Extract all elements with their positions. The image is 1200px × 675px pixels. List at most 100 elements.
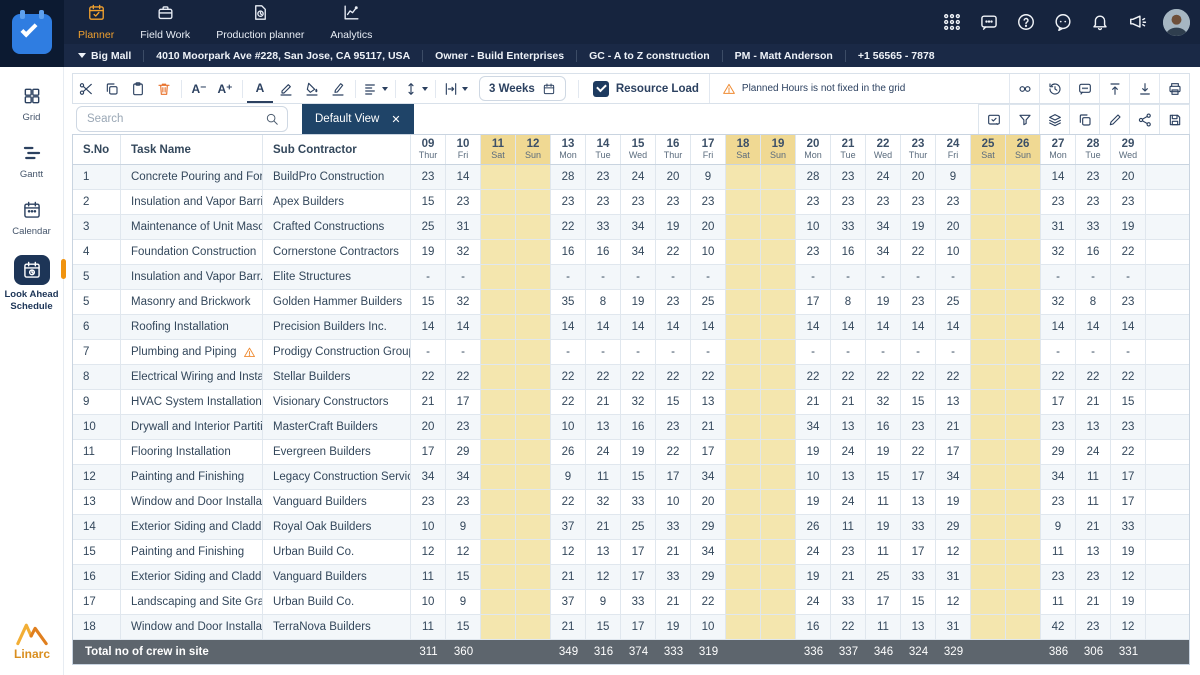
cell-crew-value[interactable]: - [1111, 265, 1146, 289]
cell-crew-value[interactable]: 23 [551, 190, 586, 214]
cell-crew-value[interactable] [761, 215, 796, 239]
cell-crew-value[interactable]: 15 [866, 465, 901, 489]
nav-tab-production-planner[interactable]: Production planner [216, 3, 304, 41]
view-settings-icon[interactable] [979, 105, 1009, 134]
delete-trash-icon[interactable] [151, 74, 177, 103]
cell-crew-value[interactable] [726, 615, 761, 639]
cell-crew-value[interactable]: 16 [621, 415, 656, 439]
cell-crew-value[interactable]: 33 [621, 490, 656, 514]
cell-crew-value[interactable]: 15 [446, 615, 481, 639]
cell-crew-value[interactable]: 24 [831, 490, 866, 514]
cell-crew-value[interactable]: 19 [866, 440, 901, 464]
cell-crew-value[interactable]: 14 [656, 315, 691, 339]
cell-crew-value[interactable]: 23 [901, 190, 936, 214]
cell-crew-value[interactable]: 12 [936, 590, 971, 614]
cell-crew-value[interactable] [516, 240, 551, 264]
cell-crew-value[interactable]: 17 [691, 440, 726, 464]
cell-crew-value[interactable]: 33 [621, 590, 656, 614]
cell-crew-value[interactable]: 23 [586, 190, 621, 214]
cell-crew-value[interactable]: - [411, 340, 446, 364]
cell-crew-value[interactable] [971, 190, 1006, 214]
cell-crew-value[interactable]: 22 [901, 240, 936, 264]
cell-crew-value[interactable] [1006, 440, 1041, 464]
cell-crew-value[interactable]: 13 [1076, 415, 1111, 439]
cell-crew-value[interactable]: 21 [551, 565, 586, 589]
cell-crew-value[interactable] [726, 190, 761, 214]
cell-crew-value[interactable]: 20 [901, 165, 936, 189]
cell-crew-value[interactable]: 29 [936, 515, 971, 539]
cell-crew-value[interactable]: 22 [586, 365, 621, 389]
cell-crew-value[interactable]: 17 [796, 290, 831, 314]
cell-crew-value[interactable] [516, 290, 551, 314]
cell-crew-value[interactable] [481, 265, 516, 289]
cell-crew-value[interactable]: 31 [936, 565, 971, 589]
cell-crew-value[interactable] [481, 290, 516, 314]
cell-crew-value[interactable]: 17 [936, 440, 971, 464]
cell-crew-value[interactable]: 13 [1076, 540, 1111, 564]
cell-crew-value[interactable]: 22 [901, 365, 936, 389]
cell-crew-value[interactable]: 15 [656, 390, 691, 414]
cell-crew-value[interactable]: 20 [691, 215, 726, 239]
cell-crew-value[interactable] [516, 315, 551, 339]
cell-crew-value[interactable] [761, 515, 796, 539]
cell-crew-value[interactable]: - [796, 265, 831, 289]
decrease-font-icon[interactable]: A⁻ [186, 74, 212, 103]
notifications-bell-icon[interactable] [1089, 11, 1111, 33]
cell-crew-value[interactable]: 12 [1111, 615, 1146, 639]
edit-color-icon[interactable] [273, 74, 299, 103]
cell-crew-value[interactable]: 12 [936, 540, 971, 564]
cell-crew-value[interactable]: 21 [1076, 390, 1111, 414]
increase-font-icon[interactable]: A⁺ [212, 74, 238, 103]
messages-icon[interactable] [978, 11, 1000, 33]
cell-crew-value[interactable] [761, 565, 796, 589]
cell-crew-value[interactable]: 14 [1041, 165, 1076, 189]
tab-default-view[interactable]: Default View ✕ [302, 104, 414, 134]
cell-crew-value[interactable]: 17 [621, 615, 656, 639]
cell-crew-value[interactable]: 23 [936, 190, 971, 214]
cell-crew-value[interactable]: 8 [831, 290, 866, 314]
cell-crew-value[interactable] [481, 515, 516, 539]
cell-crew-value[interactable]: 14 [1111, 315, 1146, 339]
cell-crew-value[interactable]: 19 [1111, 590, 1146, 614]
cell-crew-value[interactable]: 16 [866, 415, 901, 439]
cell-crew-value[interactable]: 19 [621, 440, 656, 464]
cell-crew-value[interactable] [726, 265, 761, 289]
copy-icon[interactable] [99, 74, 125, 103]
cell-crew-value[interactable]: 22 [551, 390, 586, 414]
cell-crew-value[interactable] [1006, 565, 1041, 589]
cell-crew-value[interactable]: - [1041, 265, 1076, 289]
cell-crew-value[interactable]: - [1111, 340, 1146, 364]
cell-crew-value[interactable]: 19 [866, 290, 901, 314]
sidebar-item-gantt[interactable]: Gantt [0, 141, 63, 181]
cell-crew-value[interactable] [761, 465, 796, 489]
nav-tab-analytics[interactable]: Analytics [330, 3, 372, 41]
cell-crew-value[interactable]: 19 [411, 240, 446, 264]
cell-crew-value[interactable]: 17 [446, 390, 481, 414]
cut-icon[interactable] [73, 74, 99, 103]
cell-crew-value[interactable] [761, 365, 796, 389]
cell-crew-value[interactable]: 9 [936, 165, 971, 189]
cell-crew-value[interactable]: 23 [1111, 290, 1146, 314]
cell-crew-value[interactable]: 32 [446, 290, 481, 314]
cell-crew-value[interactable]: 11 [586, 465, 621, 489]
text-color-icon[interactable]: A [247, 74, 273, 103]
cell-crew-value[interactable]: 23 [1076, 565, 1111, 589]
cell-crew-value[interactable] [971, 615, 1006, 639]
cell-crew-value[interactable]: 33 [656, 565, 691, 589]
cell-crew-value[interactable]: 14 [831, 315, 866, 339]
cell-crew-value[interactable] [516, 340, 551, 364]
cell-crew-value[interactable]: 23 [656, 290, 691, 314]
search-input[interactable] [76, 106, 288, 132]
cell-crew-value[interactable]: 9 [1041, 515, 1076, 539]
cell-crew-value[interactable]: 23 [1041, 490, 1076, 514]
cell-crew-value[interactable]: 33 [901, 515, 936, 539]
cell-crew-value[interactable]: 34 [446, 465, 481, 489]
cell-crew-value[interactable]: 29 [1041, 440, 1076, 464]
share-icon[interactable] [1129, 105, 1159, 134]
cell-crew-value[interactable]: 11 [866, 540, 901, 564]
cell-crew-value[interactable]: 19 [796, 490, 831, 514]
cell-crew-value[interactable]: 10 [411, 590, 446, 614]
cell-crew-value[interactable]: - [1076, 265, 1111, 289]
cell-crew-value[interactable] [971, 340, 1006, 364]
cell-crew-value[interactable]: 23 [796, 190, 831, 214]
